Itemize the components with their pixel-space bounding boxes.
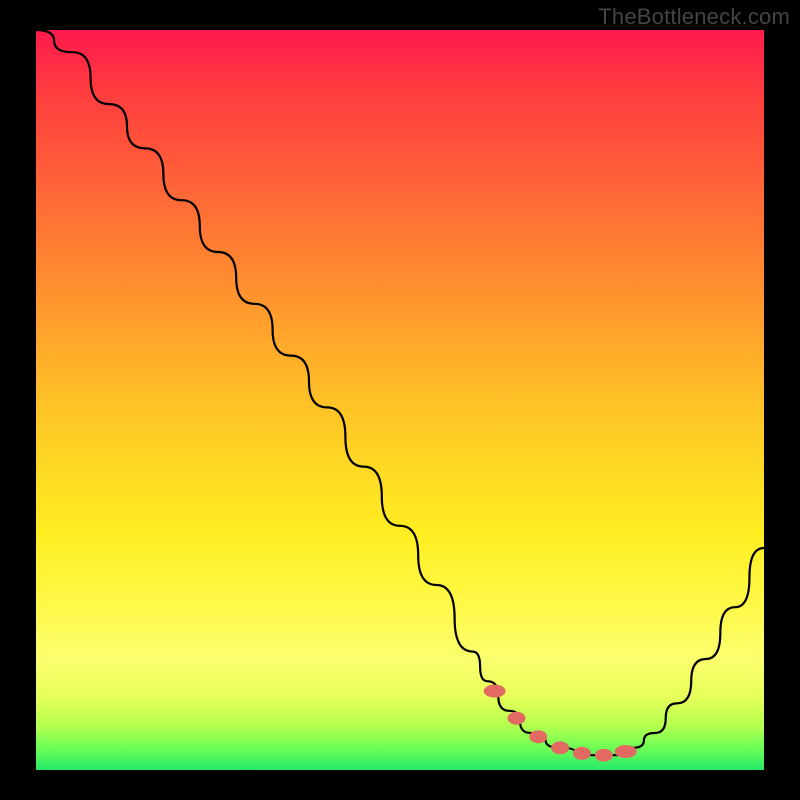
watermark-text: TheBottleneck.com [598,4,790,30]
chart-frame: TheBottleneck.com [0,0,800,800]
optimum-marker [551,741,569,754]
optimum-marker [484,685,506,698]
optimum-marker [573,747,591,760]
bottleneck-curve-line [36,30,764,755]
optimum-marker [615,745,637,758]
bottleneck-curve-svg [36,30,764,770]
optimum-marker [529,730,547,743]
optimum-marker [507,712,525,725]
optimum-markers [484,685,637,762]
optimum-marker [595,749,613,762]
plot-area [36,30,764,770]
